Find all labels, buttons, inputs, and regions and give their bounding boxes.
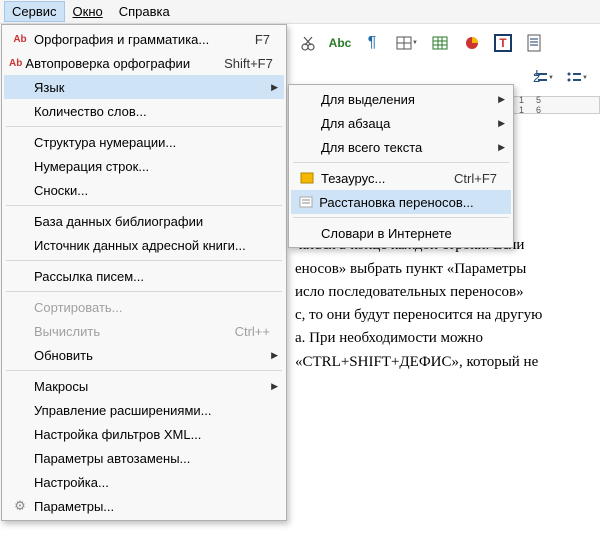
numbered-list-icon: 12	[530, 68, 550, 88]
submenu-arrow-icon: ▶	[497, 142, 505, 153]
menuitem-label: Сортировать...	[34, 300, 270, 315]
thesaurus-icon	[295, 171, 319, 185]
separator	[293, 162, 509, 163]
menuitem-hyphenation[interactable]: Расстановка переносов...	[291, 190, 511, 214]
separator	[6, 126, 282, 127]
insert-table-button[interactable]: ▼	[394, 33, 418, 53]
menuitem-label: Параметры автозамены...	[34, 451, 270, 466]
hyphenation-icon	[295, 195, 317, 209]
separator	[6, 205, 282, 206]
menuitem-label: Нумерация строк...	[34, 159, 270, 174]
menuitem-for-all[interactable]: Для всего текста ▶	[291, 135, 511, 159]
menuitem-sort: Сортировать...	[4, 295, 284, 319]
page-icon[interactable]	[524, 33, 544, 53]
cut-icon[interactable]	[298, 33, 318, 53]
menuitem-label: Макросы	[34, 379, 270, 394]
menuitem-language[interactable]: Язык ▶	[4, 75, 284, 99]
menuitem-label: Сноски...	[34, 183, 270, 198]
list-bullet-button[interactable]: ▼	[564, 68, 588, 88]
menuitem-numbering[interactable]: Структура нумерации...	[4, 130, 284, 154]
spellcheck-icon[interactable]: Abc	[330, 33, 350, 53]
menuitem-extmgr[interactable]: Управление расширениями...	[4, 398, 284, 422]
menuitem-label: Настройка фильтров XML...	[34, 427, 270, 442]
menuitem-footnotes[interactable]: Сноски...	[4, 178, 284, 202]
spreadsheet-icon[interactable]	[430, 33, 450, 53]
menuitem-shortcut: F7	[245, 32, 270, 47]
menuitem-label: Настройка...	[34, 475, 270, 490]
menuitem-label: Для всего текста	[321, 140, 497, 155]
separator	[6, 291, 282, 292]
menuitem-mailmerge[interactable]: Рассылка писем...	[4, 264, 284, 288]
separator	[293, 217, 509, 218]
menuitem-label: Обновить	[34, 348, 270, 363]
menu-label: Справка	[119, 4, 170, 19]
menubar: Сервис Окно Справка	[0, 0, 600, 24]
menuitem-label: Для выделения	[321, 92, 497, 107]
menuitem-spellgrammar[interactable]: Ab Орфография и грамматика... F7	[4, 27, 284, 51]
menuitem-autospell[interactable]: Ab Автопроверка орфографии Shift+F7	[4, 51, 284, 75]
menuitem-wordcount[interactable]: Количество слов...	[4, 99, 284, 123]
menuitem-label: Количество слов...	[34, 104, 270, 119]
menuitem-shortcut: Ctrl+F7	[444, 171, 497, 186]
menuitem-label: Рассылка писем...	[34, 269, 270, 284]
toolbar-row-2: 12▼ ▼	[530, 64, 600, 92]
gear-icon: ⚙	[8, 498, 32, 514]
menuitem-xmlfilter[interactable]: Настройка фильтров XML...	[4, 422, 284, 446]
menuitem-label: Орфография и грамматика...	[34, 32, 245, 47]
toolbar: Abc ¶ ▼ T	[292, 28, 600, 58]
submenu-arrow-icon: ▶	[270, 350, 278, 361]
spellcheck-red-icon: Ab	[8, 34, 32, 45]
table-icon	[394, 33, 414, 53]
submenu-arrow-icon: ▶	[497, 94, 505, 105]
separator	[6, 260, 282, 261]
menuitem-label: Управление расширениями...	[34, 403, 270, 418]
menuitem-options[interactable]: ⚙ Параметры...	[4, 494, 284, 518]
menu-help[interactable]: Справка	[111, 1, 178, 22]
textbox-icon[interactable]: T	[494, 34, 512, 52]
menu-service[interactable]: Сервис	[4, 1, 65, 22]
menuitem-customize[interactable]: Настройка...	[4, 470, 284, 494]
menuitem-shortcut: Ctrl++	[225, 324, 270, 339]
menuitem-for-paragraph[interactable]: Для абзаца ▶	[291, 111, 511, 135]
menuitem-label: Параметры...	[34, 499, 270, 514]
menuitem-calc: Вычислить Ctrl++	[4, 319, 284, 343]
menuitem-label: Структура нумерации...	[34, 135, 270, 150]
menuitem-dictionaries[interactable]: Словари в Интернете	[291, 221, 511, 245]
menuitem-label: Тезаурус...	[321, 171, 444, 186]
chart-icon[interactable]	[462, 33, 482, 53]
menu-label: Окно	[73, 4, 103, 19]
menuitem-label: Словари в Интернете	[321, 226, 497, 241]
menuitem-label: Автопроверка орфографии	[25, 56, 214, 71]
menuitem-label: Язык	[34, 80, 270, 95]
spellcheck-auto-icon: Ab	[8, 58, 23, 69]
menuitem-shortcut: Shift+F7	[214, 56, 273, 71]
menuitem-linenum[interactable]: Нумерация строк...	[4, 154, 284, 178]
menuitem-label: Вычислить	[34, 324, 225, 339]
submenu-arrow-icon: ▶	[497, 118, 505, 129]
service-dropdown-menu: Ab Орфография и грамматика... F7 Ab Авто…	[1, 24, 287, 521]
menu-label: Сервис	[12, 4, 57, 19]
menuitem-label: Расстановка переносов...	[319, 195, 497, 210]
menuitem-label: База данных библиографии	[34, 214, 270, 229]
ruler: 15 16	[508, 96, 600, 114]
menu-window[interactable]: Окно	[65, 1, 111, 22]
separator	[6, 370, 282, 371]
pilcrow-icon[interactable]: ¶	[362, 33, 382, 53]
menuitem-addrbook[interactable]: Источник данных адресной книги...	[4, 233, 284, 257]
menuitem-autocorr[interactable]: Параметры автозамены...	[4, 446, 284, 470]
menuitem-label: Источник данных адресной книги...	[34, 238, 270, 253]
list-numbered-button[interactable]: 12▼	[530, 68, 554, 88]
submenu-arrow-icon: ▶	[270, 381, 278, 392]
menuitem-for-selection[interactable]: Для выделения ▶	[291, 87, 511, 111]
menuitem-label: Для абзаца	[321, 116, 497, 131]
menuitem-bibdb[interactable]: База данных библиографии	[4, 209, 284, 233]
menuitem-macros[interactable]: Макросы ▶	[4, 374, 284, 398]
language-submenu: Для выделения ▶ Для абзаца ▶ Для всего т…	[288, 84, 514, 248]
submenu-arrow-icon: ▶	[270, 82, 278, 93]
svg-text:2: 2	[533, 70, 540, 85]
menuitem-thesaurus[interactable]: Тезаурус... Ctrl+F7	[291, 166, 511, 190]
bullet-list-icon	[564, 68, 584, 88]
menuitem-refresh[interactable]: Обновить ▶	[4, 343, 284, 367]
